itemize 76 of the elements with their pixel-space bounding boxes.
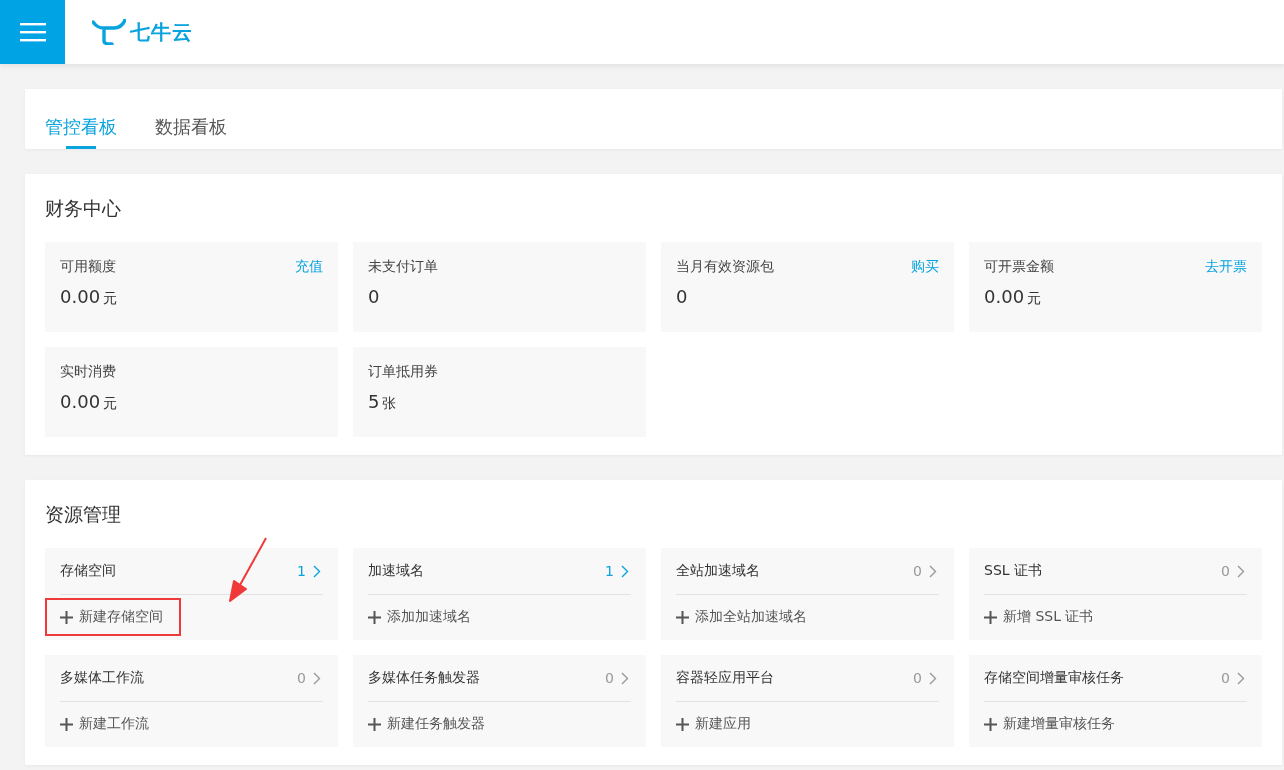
plus-icon — [60, 610, 73, 624]
stat-value: 0.00 — [60, 391, 101, 412]
action-link[interactable]: 充值 — [295, 258, 323, 276]
add-link[interactable]: 新建任务触发器 — [353, 705, 503, 743]
chevron-right-icon — [929, 671, 937, 685]
plus-icon — [368, 610, 381, 624]
resource-count: 1 — [297, 563, 306, 579]
stat-value: 5 — [368, 391, 380, 412]
action-link[interactable]: 购买 — [911, 258, 939, 276]
resource-name: 加速域名 — [368, 562, 424, 580]
chevron-right-icon — [1237, 564, 1245, 578]
chevron-right-icon — [313, 671, 321, 685]
stat-unit: 元 — [1027, 290, 1042, 306]
count-link[interactable]: 0 — [605, 670, 631, 686]
stat-label: 可开票金额 — [984, 258, 1054, 276]
stat-value: 0 — [368, 286, 380, 307]
add-link[interactable]: 新建工作流 — [45, 705, 167, 743]
stat-value: 0.00 — [60, 286, 101, 307]
stat-unit: 元 — [103, 290, 118, 306]
plus-icon — [676, 610, 689, 624]
plus-icon — [676, 717, 689, 731]
resource-count: 0 — [913, 670, 922, 686]
stat-label: 当月有效资源包 — [676, 258, 774, 276]
resource-count: 0 — [1221, 670, 1230, 686]
count-link[interactable]: 0 — [1221, 563, 1247, 579]
count-link[interactable]: 1 — [605, 563, 631, 579]
count-link[interactable]: 0 — [913, 563, 939, 579]
plus-icon — [984, 610, 997, 624]
add-link[interactable]: 新建存储空间 — [45, 598, 181, 636]
stat-unit: 元 — [103, 395, 118, 411]
count-link[interactable]: 0 — [297, 670, 323, 686]
section-title: 财务中心 — [45, 196, 122, 221]
action-link[interactable]: 去开票 — [1205, 258, 1247, 276]
stat-label: 实时消费 — [60, 363, 116, 381]
menu-icon — [19, 22, 46, 42]
stat-value: 0.00 — [984, 286, 1025, 307]
stat-unit: 张 — [382, 395, 397, 411]
add-link[interactable]: 新建增量审核任务 — [969, 705, 1133, 743]
add-link[interactable]: 新建应用 — [661, 705, 769, 743]
count-link[interactable]: 0 — [1221, 670, 1247, 686]
plus-icon — [368, 717, 381, 731]
tab[interactable]: 管控看板 — [45, 89, 117, 149]
resource-count: 1 — [605, 563, 614, 579]
menu-button[interactable] — [0, 0, 65, 64]
chevron-right-icon — [1237, 671, 1245, 685]
resource-count: 0 — [913, 563, 922, 579]
resource-name: 多媒体任务触发器 — [368, 669, 480, 687]
add-link[interactable]: 添加加速域名 — [353, 598, 489, 636]
stat-label: 未支付订单 — [368, 258, 438, 276]
chevron-right-icon — [313, 564, 321, 578]
resource-count: 0 — [1221, 563, 1230, 579]
resource-name: 全站加速域名 — [676, 562, 760, 580]
count-link[interactable]: 0 — [913, 670, 939, 686]
chevron-right-icon — [929, 564, 937, 578]
chevron-right-icon — [621, 671, 629, 685]
tab[interactable]: 数据看板 — [155, 89, 227, 149]
resource-name: 存储空间 — [60, 562, 116, 580]
plus-icon — [984, 717, 997, 731]
stat-label: 可用额度 — [60, 258, 116, 276]
chevron-right-icon — [621, 564, 629, 578]
add-link[interactable]: 新增 SSL 证书 — [969, 598, 1112, 636]
count-link[interactable]: 1 — [297, 563, 323, 579]
annotation-arrow — [228, 537, 268, 603]
resource-name: 多媒体工作流 — [60, 669, 144, 687]
resource-count: 0 — [297, 670, 306, 686]
resource-count: 0 — [605, 670, 614, 686]
plus-icon — [60, 717, 73, 731]
add-link[interactable]: 添加全站加速域名 — [661, 598, 825, 636]
section-title: 资源管理 — [45, 502, 122, 527]
stat-label: 订单抵用券 — [368, 363, 438, 381]
resource-name: 容器轻应用平台 — [676, 669, 774, 687]
logo-text: 七牛云 — [130, 18, 193, 46]
resource-name: SSL 证书 — [984, 562, 1043, 580]
stat-value: 0 — [676, 286, 688, 307]
bull-horns-icon — [92, 19, 126, 45]
resource-name: 存储空间增量审核任务 — [984, 669, 1124, 687]
